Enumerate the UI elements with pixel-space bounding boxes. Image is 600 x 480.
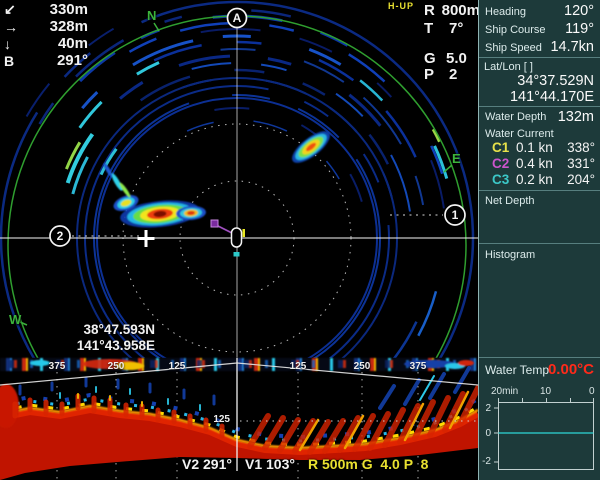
sonar-ppi-display[interactable]: ↙330m →328m ↓40m B291° H-UP R800m T7° G5… <box>0 0 478 358</box>
current-row-c1: C1 0.1 kn 338° <box>479 140 600 156</box>
sonar-screen: ↙330m →328m ↓40m B291° H-UP R800m T7° G5… <box>0 0 600 480</box>
bearing-label: B <box>2 53 26 69</box>
range-tick-label: 375 <box>44 361 70 372</box>
c2-id: C2 <box>492 156 509 171</box>
tilt-readout: T7° <box>424 20 480 37</box>
c1-speed: 0.1 kn <box>516 140 553 155</box>
compass-west-label: W <box>9 312 21 327</box>
cursor-latlon-readout: 38°47.593N 141°43.958E <box>40 322 155 354</box>
c1-id: C1 <box>492 140 509 155</box>
depth-arrow-icon: ↓ <box>2 36 26 52</box>
histogram-label: Histogram <box>485 249 535 261</box>
water-depth-label: Water Depth <box>485 111 546 123</box>
heading-marker-label: A <box>229 11 245 25</box>
marker2-label: 2 <box>52 229 68 243</box>
range-tick-label: 125 <box>285 361 311 372</box>
ship-speed-value: 14.7kn <box>550 39 594 55</box>
c1-direction: 338° <box>567 140 595 155</box>
temp-xtick-20min: 20min <box>491 386 518 397</box>
water-depth-value: 132m <box>558 109 594 125</box>
bearing-readout: B291° <box>2 52 88 69</box>
current-row-c2: C2 0.4 kn 331° <box>479 156 600 172</box>
temp-ytick-0: 0 <box>479 428 491 439</box>
heading-label: Heading <box>485 6 526 18</box>
c2-direction: 331° <box>567 156 595 171</box>
range-tick-label: 250 <box>103 361 129 372</box>
range-tick-label: 250 <box>349 361 375 372</box>
cursor-lon: 141°43.958E <box>40 338 155 354</box>
water-current-label: Water Current <box>485 128 554 140</box>
temp-xtick-10: 10 <box>540 386 551 397</box>
ship-speed-label: Ship Speed <box>485 42 542 54</box>
c3-direction: 204° <box>567 172 595 187</box>
v1-bearing-readout: V1 103° <box>245 456 295 472</box>
p-readout: P2 <box>424 66 480 83</box>
depth-readout: ↓40m <box>2 35 88 52</box>
data-panel: Heading 120° Ship Course 119° Ship Speed… <box>478 0 600 480</box>
marker1-label: 1 <box>447 208 463 222</box>
temp-ytick-neg2: -2 <box>479 456 491 467</box>
range-tick-label: 375 <box>405 361 431 372</box>
slant-range-arrow-icon: ↙ <box>2 1 26 18</box>
slice-settings-readout: R 500m G 4.0 P 8 <box>308 456 428 472</box>
depth-tick-label: 125 <box>206 414 230 425</box>
net-depth-label: Net Depth <box>485 195 535 207</box>
compass-north-label: N <box>147 8 156 23</box>
range-readout: R800m <box>424 2 480 19</box>
vertical-slice-display[interactable]: 375 250 125 125 250 375 125 V2 291° V1 1… <box>0 358 478 480</box>
ship-course-value: 119° <box>565 21 594 37</box>
orientation-mode-label: H-UP <box>388 1 414 11</box>
temp-ytick-2: 2 <box>479 403 491 414</box>
temp-xtick-0: 0 <box>589 386 595 397</box>
horizontal-range-arrow-icon: → <box>2 19 26 35</box>
horizontal-range-readout: →328m <box>2 18 88 35</box>
current-marker-square[interactable] <box>211 220 218 227</box>
current-row-c3: C3 0.2 kn 204° <box>479 172 600 188</box>
ship-cyan-tick <box>234 252 240 257</box>
heading-value: 120° <box>564 3 594 19</box>
latlon-label: Lat/Lon [ ] <box>484 61 533 73</box>
cursor-lat: 38°47.593N <box>40 322 155 338</box>
c2-speed: 0.4 kn <box>516 156 553 171</box>
ship-yellow-tick <box>243 229 246 237</box>
gain-readout: G5.0 <box>424 50 480 67</box>
ship-course-label: Ship Course <box>485 24 546 36</box>
range-tick-label: 125 <box>164 361 190 372</box>
c3-speed: 0.2 kn <box>516 172 553 187</box>
compass-east-label: E <box>452 151 461 166</box>
c3-id: C3 <box>492 172 509 187</box>
latlon-lat-value: 34°37.529N <box>517 73 594 89</box>
water-temp-graph <box>479 358 600 480</box>
latlon-lon-value: 141°44.170E <box>510 89 594 105</box>
v2-bearing-readout: V2 291° <box>182 456 232 472</box>
slant-range-readout: ↙330m <box>2 1 88 18</box>
